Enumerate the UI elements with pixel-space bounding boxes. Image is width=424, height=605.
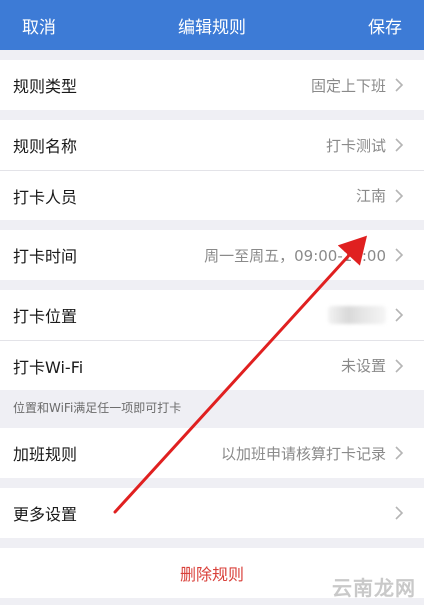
row-checkin-members[interactable]: 打卡人员 江南 (0, 170, 424, 220)
row-label: 更多设置 (13, 505, 78, 524)
row-label: 规则名称 (13, 137, 78, 156)
row-checkin-location[interactable]: 打卡位置 (0, 290, 424, 340)
row-value: 固定上下班 (310, 76, 386, 95)
group-name-members: 规则名称 打卡测试 打卡人员 江南 (0, 120, 424, 220)
row-value: 打卡测试 (325, 136, 386, 155)
row-rule-type[interactable]: 规则类型 固定上下班 (0, 60, 424, 110)
location-wifi-hint: 位置和WiFi满足任一项即可打卡 (0, 390, 424, 428)
row-checkin-time[interactable]: 打卡时间 周一至周五，09:00-17:00 (0, 230, 424, 280)
row-label: 打卡位置 (13, 307, 78, 326)
chevron-right-icon (394, 358, 404, 373)
group-more-settings: 更多设置 (0, 488, 424, 538)
chevron-right-icon (394, 446, 404, 460)
chevron-right-icon (394, 188, 404, 203)
row-value: 未设置 (340, 357, 386, 375)
row-overtime-rule[interactable]: 加班规则 以加班申请核算打卡记录 (0, 428, 424, 478)
row-label: 规则类型 (13, 77, 78, 96)
group-overtime: 加班规则 以加班申请核算打卡记录 (0, 428, 424, 478)
group-location-wifi: 打卡位置 打卡Wi-Fi 未设置 (0, 290, 424, 390)
row-checkin-wifi[interactable]: 打卡Wi-Fi 未设置 (0, 340, 424, 390)
group-time: 打卡时间 周一至周五，09:00-17:00 (0, 230, 424, 280)
chevron-right-icon (394, 308, 404, 322)
row-label: 打卡人员 (13, 187, 78, 207)
watermark-text: 云南龙网 (332, 576, 416, 600)
row-value: 江南 (355, 187, 386, 205)
row-more-settings[interactable]: 更多设置 (0, 488, 424, 538)
blurred-location-value (328, 306, 386, 324)
row-rule-name[interactable]: 规则名称 打卡测试 (0, 120, 424, 170)
chevron-right-icon (394, 248, 404, 262)
cancel-button[interactable]: 取消 (22, 13, 56, 38)
row-label: 打卡Wi-Fi (13, 357, 84, 377)
row-label: 打卡时间 (13, 247, 78, 266)
row-value: 以加班申请核算打卡记录 (220, 444, 386, 463)
chevron-right-icon (394, 506, 404, 520)
row-value: 周一至周五，09:00-17:00 (204, 246, 386, 265)
chevron-right-icon (394, 138, 404, 152)
group-rule-type: 规则类型 固定上下班 (0, 60, 424, 110)
save-button[interactable]: 保存 (368, 13, 402, 38)
page-title: 编辑规则 (178, 17, 246, 38)
chevron-right-icon (394, 78, 404, 92)
nav-bar: 取消 编辑规则 保存 (0, 0, 424, 50)
row-label: 加班规则 (13, 445, 78, 464)
